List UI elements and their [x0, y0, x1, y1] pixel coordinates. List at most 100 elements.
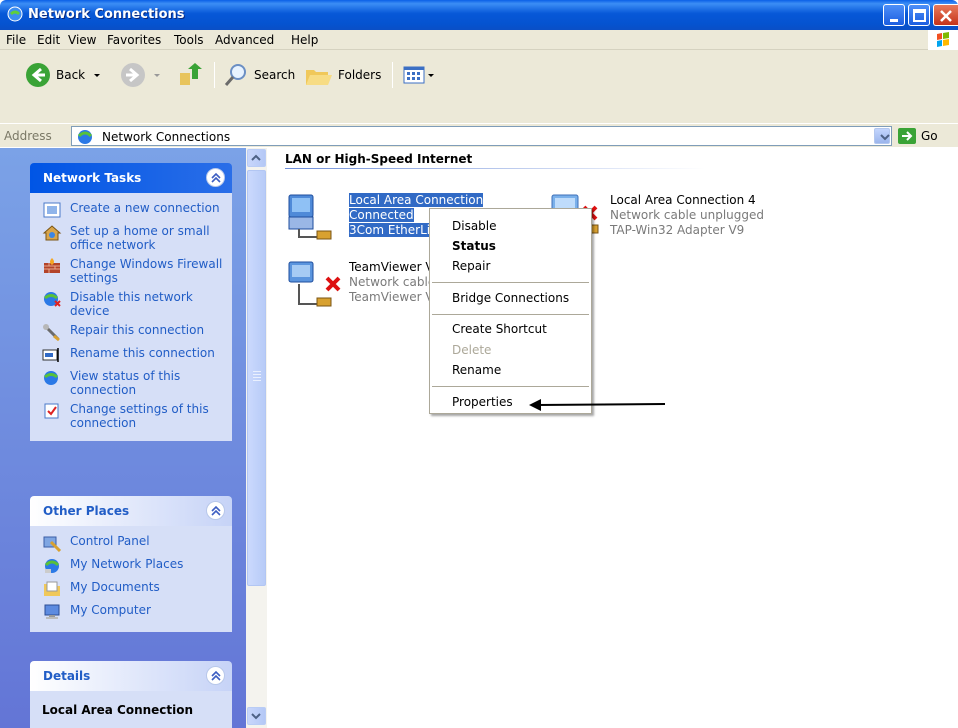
search-button[interactable]: Search	[222, 59, 295, 91]
task-home-network[interactable]: Set up a home or small office network	[30, 222, 232, 255]
place-control-panel[interactable]: Control Panel	[30, 532, 232, 555]
network-tasks-panel: Network Tasks Create a new connection Se…	[30, 163, 232, 441]
connection-name: TeamViewer V	[349, 260, 434, 274]
menu-bar: File Edit View Favorites Tools Advanced …	[0, 30, 958, 50]
rename-icon	[42, 348, 59, 362]
scroll-thumb[interactable]	[247, 170, 266, 586]
task-change-settings[interactable]: Change settings of this connection	[30, 400, 232, 433]
task-view-status[interactable]: View status of this connection	[30, 367, 232, 400]
other-places-list: Control Panel My Network Places My Docum…	[30, 526, 232, 632]
chevron-up-icon	[211, 670, 221, 681]
scroll-down-button[interactable]	[247, 707, 266, 725]
address-input[interactable]: Network Connections	[71, 126, 892, 146]
lan-connection-icon	[288, 194, 332, 240]
scroll-grip	[253, 380, 261, 381]
chevron-down-icon	[880, 134, 890, 141]
place-label: My Computer	[70, 603, 151, 617]
place-network-places[interactable]: My Network Places	[30, 555, 232, 578]
menu-item-delete: Delete	[452, 343, 492, 357]
place-label: Control Panel	[70, 534, 150, 548]
collapse-button[interactable]	[206, 168, 225, 187]
task-firewall[interactable]: Change Windows Firewall settings	[30, 255, 232, 288]
close-button[interactable]	[933, 4, 958, 26]
network-connections-icon	[77, 130, 93, 144]
address-bar: Address Network Connections Go	[0, 123, 958, 147]
title-bar[interactable]: Network Connections	[0, 0, 958, 30]
task-label: Disable this network device	[70, 290, 193, 318]
menu-favorites[interactable]: Favorites	[107, 33, 161, 47]
task-create-connection[interactable]: Create a new connection	[30, 199, 232, 222]
vertical-scrollbar[interactable]	[246, 148, 267, 728]
up-folder-icon	[180, 63, 202, 85]
task-label: Rename this connection	[70, 346, 215, 360]
network-connections-icon	[7, 6, 23, 22]
menu-item-disable[interactable]: Disable	[452, 219, 497, 233]
repair-icon	[43, 324, 60, 341]
details-panel: Details Local Area Connection	[30, 661, 232, 728]
menu-item-bridge-connections[interactable]: Bridge Connections	[452, 291, 569, 305]
chevron-up-icon	[251, 154, 261, 161]
minimize-button[interactable]	[883, 4, 905, 26]
go-button[interactable]: Go	[897, 127, 938, 145]
other-places-panel: Other Places Control Panel My Network Pl…	[30, 496, 232, 632]
connection-text: Local Area Connection 4 Network cable un…	[610, 193, 764, 238]
up-folder-button[interactable]	[176, 59, 204, 91]
menu-item-create-shortcut[interactable]: Create Shortcut	[452, 322, 547, 336]
task-pane: Network Tasks Create a new connection Se…	[0, 148, 246, 728]
views-button[interactable]	[402, 59, 436, 91]
address-label: Address	[4, 129, 52, 143]
chevron-down-icon	[251, 713, 261, 720]
scroll-grip	[253, 371, 261, 372]
menu-help[interactable]: Help	[291, 33, 318, 47]
maximize-button[interactable]	[908, 4, 930, 26]
teamviewer-connection-icon	[288, 261, 341, 307]
details-selected-name: Local Area Connection	[42, 703, 194, 717]
content-area: LAN or High-Speed Internet Local Area Co…	[267, 148, 958, 728]
menu-item-properties[interactable]: Properties	[452, 395, 513, 409]
new-connection-icon	[43, 202, 61, 218]
go-label: Go	[921, 129, 938, 143]
address-dropdown-button[interactable]	[874, 128, 890, 144]
menu-tools[interactable]: Tools	[174, 33, 204, 47]
place-computer[interactable]: My Computer	[30, 601, 232, 624]
network-tasks-list: Create a new connection Set up a home or…	[30, 193, 232, 441]
menu-file[interactable]: File	[6, 33, 26, 47]
back-arrow-icon	[26, 63, 50, 87]
other-places-title: Other Places	[43, 504, 130, 518]
details-title: Details	[43, 669, 91, 683]
scroll-grip	[253, 374, 261, 375]
chevron-up-icon	[211, 505, 221, 516]
menu-view[interactable]: View	[68, 33, 96, 47]
task-rename[interactable]: Rename this connection	[30, 344, 232, 367]
network-tasks-header[interactable]: Network Tasks	[30, 163, 232, 193]
task-label: Change Windows Firewall settings	[70, 257, 223, 285]
menu-separator	[432, 282, 589, 283]
place-documents[interactable]: My Documents	[30, 578, 232, 601]
other-places-header[interactable]: Other Places	[30, 496, 232, 526]
back-button[interactable]: Back	[24, 59, 103, 91]
details-body: Local Area Connection	[30, 691, 232, 728]
connection-status: Connected	[349, 208, 414, 222]
task-label: Create a new connection	[70, 201, 220, 215]
menu-item-rename[interactable]: Rename	[452, 363, 501, 377]
search-icon	[224, 64, 246, 86]
menu-advanced[interactable]: Advanced	[215, 33, 274, 47]
menu-edit[interactable]: Edit	[37, 33, 60, 47]
dropdown-arrow-icon	[94, 74, 101, 77]
connection-device: TAP-Win32 Adapter V9	[610, 223, 745, 237]
connection-device: TeamViewer V	[349, 290, 434, 304]
scroll-up-button[interactable]	[247, 149, 266, 167]
collapse-button[interactable]	[206, 666, 225, 685]
firewall-icon	[44, 258, 60, 273]
details-header[interactable]: Details	[30, 661, 232, 691]
collapse-button[interactable]	[206, 501, 225, 520]
group-title: LAN or High-Speed Internet	[285, 152, 473, 166]
folders-button[interactable]: Folders	[304, 59, 381, 91]
task-repair[interactable]: Repair this connection	[30, 321, 232, 344]
task-disable-device[interactable]: Disable this network device	[30, 288, 232, 321]
task-label: Set up a home or small office network	[70, 224, 210, 252]
menu-item-repair[interactable]: Repair	[452, 259, 490, 273]
place-label: My Network Places	[70, 557, 184, 571]
forward-button[interactable]	[119, 59, 163, 91]
menu-item-status[interactable]: Status	[452, 239, 496, 253]
